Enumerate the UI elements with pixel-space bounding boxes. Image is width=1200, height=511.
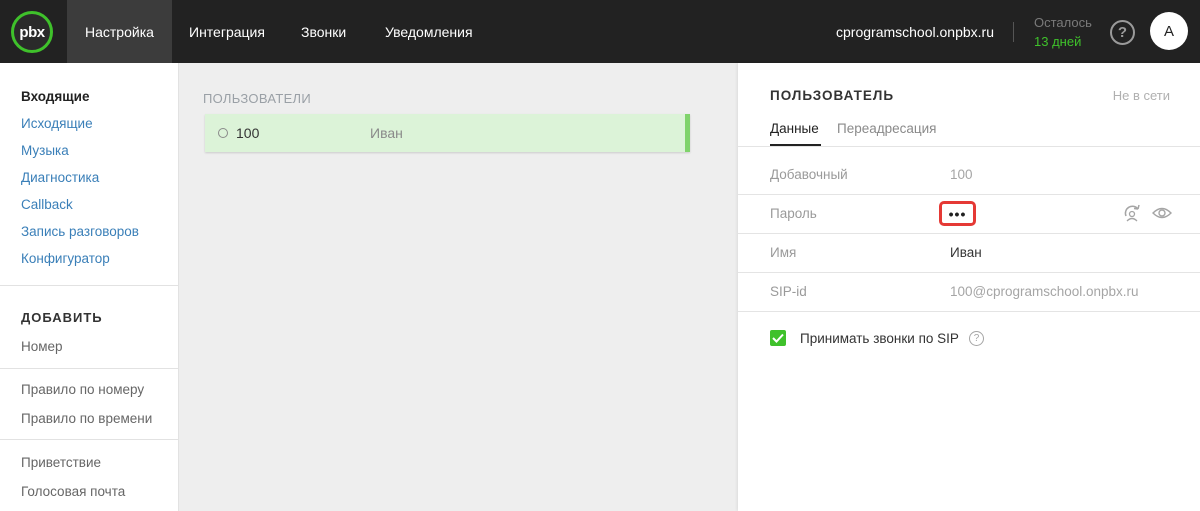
sidebar-item-call-recording[interactable]: Запись разговоров — [21, 224, 139, 239]
row-divider — [738, 233, 1200, 234]
sidebar: Входящие Исходящие Музыка Диагностика Ca… — [0, 63, 179, 511]
user-name: Иван — [370, 125, 403, 141]
add-rule-by-time[interactable]: Правило по времени — [21, 411, 152, 426]
add-greeting[interactable]: Приветствие — [21, 455, 101, 470]
pbx-logo[interactable]: pbx — [11, 11, 53, 53]
status-text: Не в сети — [1112, 88, 1170, 103]
nav-calls[interactable]: Звонки — [283, 0, 364, 63]
nav-settings[interactable]: Настройка — [67, 0, 172, 63]
password-reveal-button[interactable]: ••• — [939, 201, 976, 226]
accept-sip-checkbox[interactable] — [770, 330, 786, 346]
sidebar-item-music[interactable]: Музыка — [21, 143, 69, 158]
sidebar-item-outgoing[interactable]: Исходящие — [21, 116, 93, 131]
sidebar-item-diagnostics[interactable]: Диагностика — [21, 170, 99, 185]
accept-sip-label[interactable]: Принимать звонки по SIP — [800, 331, 959, 346]
add-heading: ДОБАВИТЬ — [21, 310, 103, 325]
row-divider — [738, 194, 1200, 195]
sidebar-item-callback[interactable]: Callback — [21, 197, 73, 212]
status-dot-icon — [218, 128, 228, 138]
sidebar-item-configurator[interactable]: Конфигуратор — [21, 251, 110, 266]
sidebar-divider — [0, 368, 179, 369]
add-rule-by-number[interactable]: Правило по номеру — [21, 382, 144, 397]
nav-integration[interactable]: Интеграция — [171, 0, 283, 63]
header-divider — [1013, 22, 1014, 42]
sidebar-divider — [0, 285, 179, 286]
user-number: 100 — [236, 125, 260, 141]
users-title: ПОЛЬЗОВАТЕЛИ — [203, 91, 312, 106]
avatar[interactable]: A — [1150, 12, 1188, 50]
tabs-divider — [738, 146, 1200, 147]
user-panel: ПОЛЬЗОВАТЕЛЬ Не в сети Данные Переадреса… — [738, 63, 1200, 511]
regenerate-password-icon[interactable] — [1122, 204, 1144, 222]
account-domain[interactable]: cprogramschool.onpbx.ru — [836, 0, 994, 64]
user-row[interactable]: 100 Иван — [205, 114, 690, 152]
password-label: Пароль — [770, 206, 817, 221]
name-label: Имя — [770, 245, 797, 260]
tab-data[interactable]: Данные — [770, 121, 819, 136]
show-password-eye-icon[interactable] — [1151, 204, 1173, 222]
add-number[interactable]: Номер — [21, 339, 63, 354]
panel-title: ПОЛЬЗОВАТЕЛЬ — [770, 88, 895, 103]
row-divider — [738, 272, 1200, 273]
help-icon[interactable]: ? — [1110, 20, 1135, 45]
question-icon[interactable]: ? — [969, 331, 984, 346]
remaining-days[interactable]: 13 дней — [1034, 34, 1081, 49]
extension-value: 100 — [950, 167, 973, 182]
top-bar: pbx Настройка Интеграция Звонки Уведомле… — [0, 0, 1200, 63]
row-divider — [738, 311, 1200, 312]
sip-id-label: SIP-id — [770, 284, 807, 299]
add-voicemail[interactable]: Голосовая почта — [21, 484, 125, 499]
sidebar-divider — [0, 439, 179, 440]
tab-forwarding[interactable]: Переадресация — [837, 121, 936, 136]
name-value[interactable]: Иван — [950, 245, 982, 260]
sidebar-item-incoming[interactable]: Входящие — [21, 89, 89, 104]
extension-label: Добавочный — [770, 167, 848, 182]
remaining-label: Осталось — [1034, 15, 1092, 30]
nav-notifications[interactable]: Уведомления — [367, 0, 491, 63]
sip-id-value: 100@cprogramschool.onpbx.ru — [950, 284, 1139, 299]
